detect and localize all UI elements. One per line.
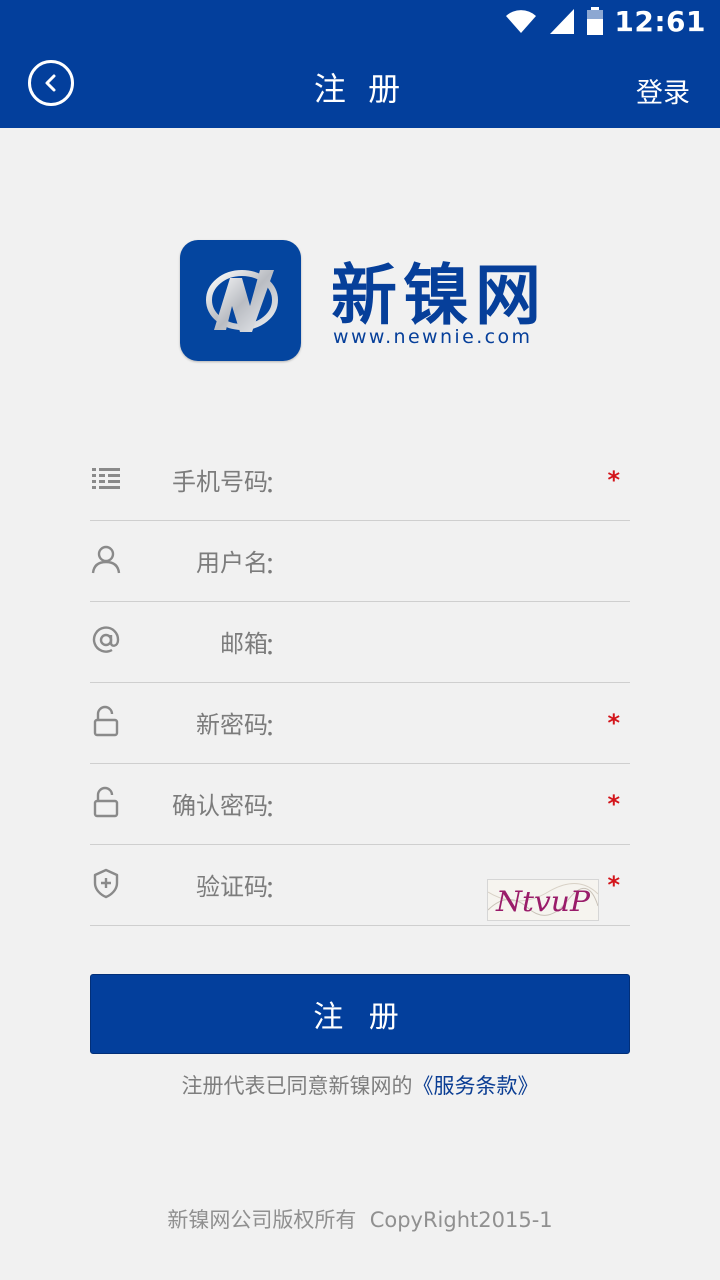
captcha-colon: ：	[264, 875, 288, 903]
new-password-label: 新密码	[196, 711, 268, 739]
username-label: 用户名	[196, 549, 268, 577]
battery-icon	[587, 7, 604, 35]
keypad-icon	[92, 468, 120, 489]
at-icon	[92, 626, 120, 653]
confirm-password-label: 确认密码	[172, 792, 268, 820]
agreement-prefix: 注册代表已同意新镍网的	[181, 1074, 413, 1098]
new-password-colon: ：	[264, 713, 288, 741]
login-link[interactable]: 登录	[636, 71, 690, 110]
lock-icon	[93, 786, 119, 818]
page-title: 注 册	[313, 70, 407, 108]
register-button[interactable]: 注 册	[90, 974, 630, 1054]
terms-link[interactable]: 《服务条款》	[413, 1074, 539, 1098]
email-row: 邮箱 ：	[90, 602, 630, 683]
email-label: 邮箱	[220, 630, 268, 658]
brand-name: 新镍网	[331, 257, 547, 334]
username-row: 用户名 ：	[90, 521, 630, 602]
brand-logo: 新镍网 www.newnie.com	[180, 240, 550, 365]
register-form: 手机号码 ： * 用户名 ： 邮箱 ： 新密码 ： * 确认密码 ： * 验证码…	[90, 440, 630, 926]
required-mark: *	[607, 709, 620, 737]
wifi-icon	[506, 10, 537, 33]
phone-input[interactable]	[290, 458, 594, 504]
new-password-row: 新密码 ： *	[90, 683, 630, 764]
captcha-input[interactable]	[290, 863, 479, 909]
status-bar: 12:61	[0, 0, 720, 42]
clock: 12:61	[614, 4, 706, 38]
phone-label: 手机号码	[172, 468, 268, 496]
brand-url: www.newnie.com	[333, 326, 533, 348]
required-mark: *	[607, 466, 620, 494]
shield-plus-icon	[93, 868, 119, 899]
signal-icon	[550, 9, 575, 34]
confirm-password-colon: ：	[264, 794, 288, 822]
agreement-text: 注册代表已同意新镍网的《服务条款》	[0, 1070, 720, 1100]
required-mark: *	[607, 790, 620, 818]
confirm-password-row: 确认密码 ： *	[90, 764, 630, 845]
email-colon: ：	[264, 632, 288, 660]
username-colon: ：	[264, 551, 288, 579]
app-header: 注 册 登录	[0, 42, 720, 128]
phone-colon: ：	[264, 470, 288, 498]
captcha-image[interactable]: NtvuP	[487, 879, 599, 921]
user-icon	[91, 545, 121, 574]
confirm-password-input[interactable]	[290, 782, 594, 828]
status-icons: 12:61	[504, 4, 706, 38]
phone-row: 手机号码 ： *	[90, 440, 630, 521]
captcha-row: 验证码 ： NtvuP *	[90, 845, 630, 926]
logo-icon	[180, 240, 301, 361]
lock-icon	[93, 705, 119, 737]
new-password-input[interactable]	[290, 701, 594, 747]
username-input[interactable]	[290, 539, 594, 585]
copyright: 新镍网公司版权所有 CopyRight2015-1	[167, 1208, 553, 1232]
captcha-text: NtvuP	[495, 885, 591, 918]
required-mark: *	[607, 871, 620, 899]
email-input[interactable]	[290, 620, 594, 666]
captcha-label: 验证码	[196, 873, 268, 901]
